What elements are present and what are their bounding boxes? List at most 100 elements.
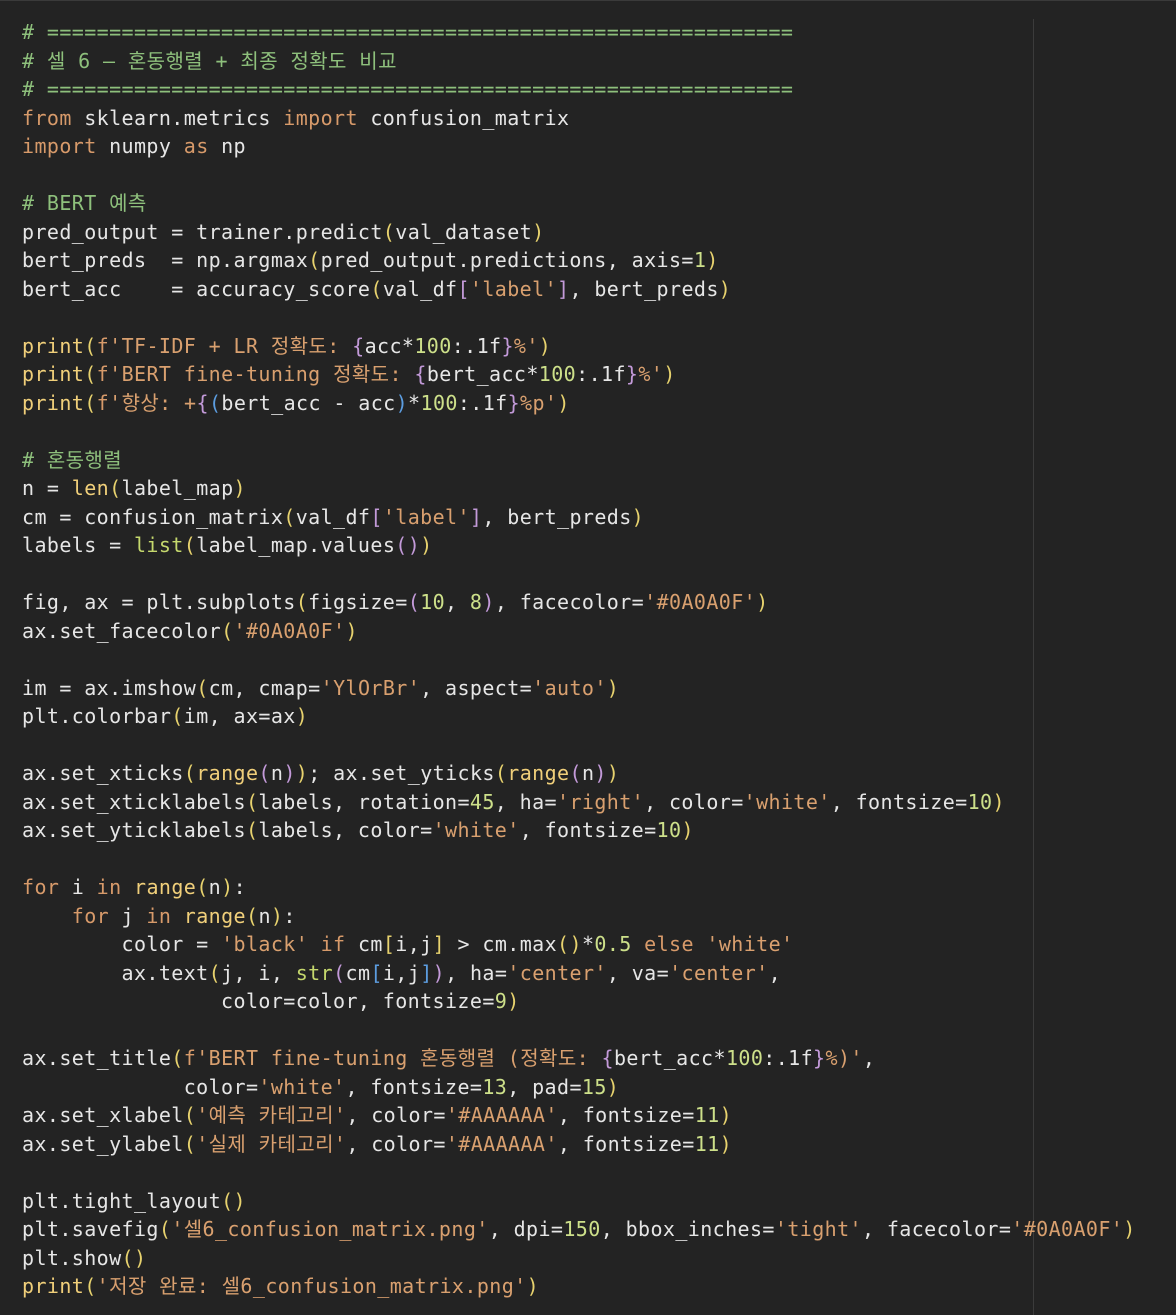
code-line[interactable]: print(f'향상: +{(bert_acc - acc)*100:.1f}%… bbox=[22, 389, 1176, 418]
code-line[interactable]: # BERT 예측 bbox=[22, 189, 1176, 218]
code-token: () bbox=[557, 932, 582, 956]
code-token: 'white' bbox=[432, 818, 520, 842]
code-line[interactable]: color='white', fontsize=13, pad=15) bbox=[22, 1073, 1176, 1102]
code-token: 'BERT fine-tuning 정확도: bbox=[109, 362, 415, 386]
code-token: # 셀 6 — 혼동행렬 + 최종 정확도 비교 bbox=[22, 48, 397, 73]
code-token: , facecolor= bbox=[494, 590, 645, 614]
code-token: j, i, bbox=[221, 960, 296, 985]
code-token: [ bbox=[457, 276, 470, 301]
code-line[interactable]: n = len(label_map) bbox=[22, 474, 1176, 503]
code-token: 1 bbox=[693, 248, 707, 272]
code-token: ] bbox=[432, 932, 446, 956]
code-token: 10 bbox=[656, 818, 682, 842]
code-token: ax.set_facecolor bbox=[22, 618, 222, 643]
code-token: cm = confusion_matrix bbox=[22, 504, 284, 529]
code-line[interactable] bbox=[22, 1016, 1176, 1045]
code-token: 'YlOrBr' bbox=[320, 675, 421, 700]
code-token: ( bbox=[333, 960, 346, 985]
code-line[interactable]: # 혼동행렬 bbox=[22, 446, 1176, 475]
code-line[interactable]: plt.savefig('셀6_confusion_matrix.png', d… bbox=[22, 1215, 1176, 1244]
code-line[interactable] bbox=[22, 417, 1176, 446]
code-line[interactable]: for j in range(n): bbox=[22, 902, 1176, 931]
code-line[interactable]: im = ax.imshow(cm, cmap='YlOrBr', aspect… bbox=[22, 674, 1176, 703]
code-token: for bbox=[22, 875, 60, 899]
code-line[interactable]: pred_output = trainer.predict(val_datase… bbox=[22, 218, 1176, 247]
code-line[interactable]: ax.set_ylabel('실제 카테고리', color='#AAAAAA'… bbox=[22, 1130, 1176, 1159]
code-line[interactable]: # ======================================… bbox=[22, 75, 1176, 104]
code-line[interactable] bbox=[22, 645, 1176, 674]
code-line[interactable]: fig, ax = plt.subplots(figsize=(10, 8), … bbox=[22, 588, 1176, 617]
code-token: ) bbox=[295, 704, 309, 728]
code-token: bert_acc* bbox=[426, 362, 539, 386]
code-line[interactable]: plt.tight_layout() bbox=[22, 1187, 1176, 1216]
code-token: '실제 카테고리' bbox=[196, 1131, 347, 1156]
code-line[interactable]: ax.set_xticks(range(n)); ax.set_yticks(r… bbox=[22, 759, 1176, 788]
code-line[interactable]: ax.set_yticklabels(labels, color='white'… bbox=[22, 816, 1176, 845]
code-line[interactable] bbox=[22, 845, 1176, 874]
code-line[interactable]: labels = list(label_map.values()) bbox=[22, 531, 1176, 560]
code-area[interactable]: # ======================================… bbox=[22, 18, 1176, 1301]
code-line[interactable]: ax.set_xlabel('예측 카테고리', color='#AAAAAA'… bbox=[22, 1101, 1176, 1130]
code-token: ) bbox=[606, 1074, 620, 1099]
code-token: f bbox=[183, 1046, 197, 1070]
code-token: f bbox=[96, 333, 110, 358]
code-line[interactable]: print(f'TF-IDF + LR 정확도: {acc*100:.1f}%'… bbox=[22, 332, 1176, 361]
code-token: list bbox=[133, 533, 184, 557]
code-line[interactable]: print(f'BERT fine-tuning 정확도: {bert_acc*… bbox=[22, 360, 1176, 389]
code-token: ) bbox=[992, 789, 1005, 814]
code-line[interactable]: color = 'black' if cm[i,j] > cm.max()*0.… bbox=[22, 930, 1176, 959]
code-token: 'auto' bbox=[532, 675, 607, 700]
code-token: * bbox=[581, 932, 595, 956]
code-line[interactable]: print('저장 완료: 셀6_confusion_matrix.png') bbox=[22, 1272, 1176, 1301]
code-line[interactable]: ax.set_facecolor('#0A0A0F') bbox=[22, 617, 1176, 646]
code-token: } bbox=[501, 333, 514, 358]
code-token: 9 bbox=[494, 989, 508, 1013]
code-token: 13 bbox=[482, 1074, 508, 1099]
code-line[interactable]: plt.show() bbox=[22, 1244, 1176, 1273]
code-token: ) bbox=[719, 1131, 733, 1156]
code-token: ax.text bbox=[22, 960, 209, 985]
code-line[interactable] bbox=[22, 161, 1176, 190]
code-token: im = ax.imshow bbox=[22, 675, 197, 700]
code-line[interactable]: # ======================================… bbox=[22, 18, 1176, 47]
code-line[interactable]: from sklearn.metrics import confusion_ma… bbox=[22, 104, 1176, 133]
code-line[interactable]: cm = confusion_matrix(val_df['label'], b… bbox=[22, 503, 1176, 532]
code-line[interactable]: plt.colorbar(im, ax=ax) bbox=[22, 702, 1176, 731]
code-line[interactable]: for i in range(n): bbox=[22, 873, 1176, 902]
code-token: ) bbox=[432, 960, 446, 985]
code-token: :.1f bbox=[451, 333, 502, 358]
code-token: , color= bbox=[644, 789, 744, 814]
code-line[interactable]: # 셀 6 — 혼동행렬 + 최종 정확도 비교 bbox=[22, 47, 1176, 76]
code-token: str bbox=[295, 960, 334, 985]
code-line[interactable] bbox=[22, 731, 1176, 760]
code-token: , va= bbox=[606, 960, 670, 985]
code-token: 'white' bbox=[706, 932, 794, 956]
code-token: , bbox=[862, 1046, 876, 1070]
code-token: pred_output.predictions, axis= bbox=[320, 248, 694, 272]
code-token: ) bbox=[706, 248, 719, 272]
code-line[interactable]: ax.set_xticklabels(labels, rotation=45, … bbox=[22, 788, 1176, 817]
code-token: '예측 카테고리' bbox=[196, 1103, 347, 1127]
code-token: { bbox=[196, 390, 209, 415]
code-line[interactable] bbox=[22, 1158, 1176, 1187]
code-token: 100 bbox=[538, 362, 577, 386]
code-line[interactable] bbox=[22, 303, 1176, 332]
code-token: 45 bbox=[469, 789, 495, 814]
code-token: ) bbox=[594, 761, 607, 785]
code-token: bert_acc* bbox=[613, 1046, 726, 1070]
code-line[interactable]: ax.text(j, i, str(cm[i,j]), ha='center',… bbox=[22, 959, 1176, 988]
code-line[interactable]: bert_acc = accuracy_score(val_df['label'… bbox=[22, 275, 1176, 304]
code-token: ( bbox=[245, 818, 259, 842]
code-token: ) bbox=[345, 618, 358, 643]
code-line[interactable]: color=color, fontsize=9) bbox=[22, 987, 1176, 1016]
code-token: ( bbox=[245, 789, 259, 814]
code-line[interactable]: import numpy as np bbox=[22, 132, 1176, 161]
code-token: '#0A0A0F' bbox=[644, 590, 757, 614]
code-line[interactable]: ax.set_title(f'BERT fine-tuning 혼동행렬 (정확… bbox=[22, 1044, 1176, 1073]
code-line[interactable]: bert_preds = np.argmax(pred_output.predi… bbox=[22, 246, 1176, 275]
code-token: n bbox=[270, 761, 284, 785]
code-token: ) bbox=[532, 219, 545, 244]
code-editor[interactable]: # ======================================… bbox=[0, 0, 1176, 1315]
code-line[interactable] bbox=[22, 560, 1176, 589]
